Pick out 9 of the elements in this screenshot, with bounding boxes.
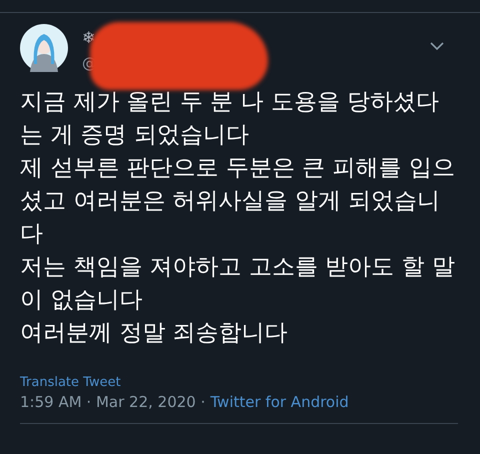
chevron-down-icon[interactable] bbox=[430, 42, 444, 51]
tweet-text: 여러분께 정말 죄송합니다 bbox=[20, 319, 289, 348]
tweet-text: 저는 책임을 져야하고 고소를 받아도 할 말이 없습니다 bbox=[20, 253, 456, 315]
snowflake-icon: ❄ bbox=[82, 28, 96, 47]
tweet-text: 제 섣부른 판단으로 두분은 큰 피해를 입으셨고 여러분은 허위사실을 알게 되었습니다 bbox=[20, 154, 456, 249]
translate-link[interactable]: Translate Tweet bbox=[20, 375, 458, 390]
source-link[interactable]: Twitter for Android bbox=[210, 393, 349, 411]
tweet-timestamp: 1:59 AM · Mar 22, 2020 · bbox=[20, 393, 206, 411]
tweet-text: 지금 제가 올린 두 분 나 도용을 당하셨다는 게 증명 되었습니다 bbox=[20, 88, 440, 150]
